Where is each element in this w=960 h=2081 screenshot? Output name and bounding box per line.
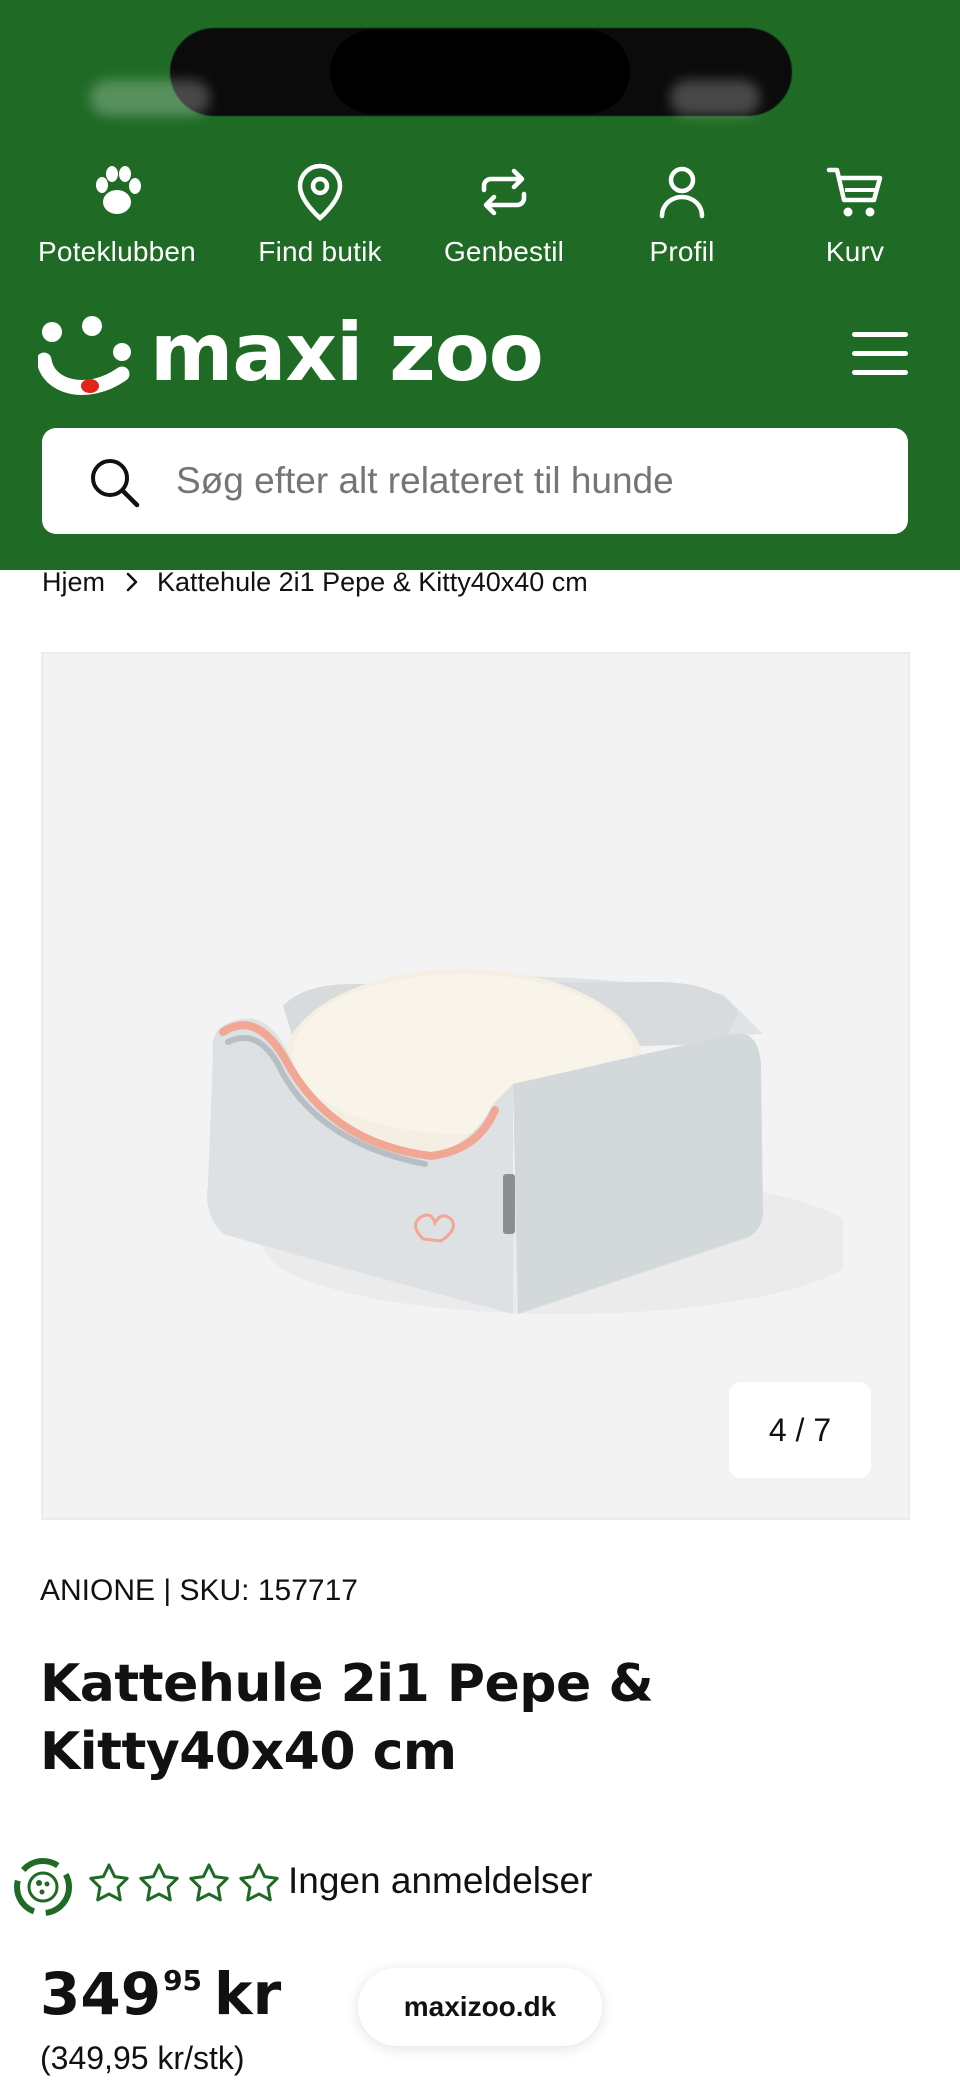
recycle-eco-icon[interactable] [8, 1852, 78, 1922]
hamburger-menu-button[interactable] [852, 332, 908, 382]
nav-kurv[interactable]: Kurv [765, 160, 945, 268]
menu-line [852, 370, 908, 375]
image-counter: 4 / 7 [729, 1382, 871, 1478]
maxi-zoo-logo-icon[interactable] [38, 314, 138, 404]
menu-line [852, 351, 908, 356]
star-empty-icon [139, 1863, 179, 1902]
breadcrumb-home-link[interactable]: Hjem [42, 567, 105, 598]
price-decimal: 95 [163, 1964, 203, 1997]
star-empty-icon [189, 1863, 229, 1902]
location-pin-icon [297, 163, 343, 221]
rating-stars[interactable] [88, 1862, 288, 1904]
nav-find-butik[interactable]: Find butik [230, 160, 410, 268]
product-gallery[interactable]: 4 / 7 [41, 652, 910, 1520]
reviews-link[interactable]: Ingen anmeldelser [288, 1860, 592, 1902]
cart-icon [826, 167, 883, 217]
product-price: 34995 kr [40, 1960, 281, 2040]
logo-row: maxi zoo [0, 300, 960, 420]
paw-icon [96, 166, 141, 214]
breadcrumb: Hjem Kattehule 2i1 Pepe & Kitty40x40 cm [42, 564, 588, 600]
breadcrumb-current: Kattehule 2i1 Pepe & Kitty40x40 cm [157, 566, 588, 597]
chevron-right-icon [126, 572, 138, 592]
nav-label: Kurv [825, 236, 885, 267]
top-navigation: Poteklubben Find butik Genbestil Profil … [0, 160, 960, 280]
nav-profil[interactable]: Profil [592, 160, 772, 268]
search-input[interactable]: Søg efter alt relateret til hunde [42, 428, 908, 534]
nav-label: Find butik [258, 236, 382, 267]
product-image[interactable] [163, 914, 843, 1354]
search-icon [91, 459, 140, 508]
search-placeholder: Søg efter alt relateret til hunde [176, 460, 674, 501]
nav-label: Poteklubben [38, 236, 196, 267]
price-currency: kr [214, 1960, 282, 2028]
star-empty-icon [89, 1863, 129, 1902]
nav-poteklubben[interactable]: Poteklubben [27, 160, 207, 268]
dynamic-island [330, 30, 630, 114]
unit-price: (349,95 kr/stk) [40, 2040, 245, 2076]
user-icon [659, 166, 705, 219]
nav-label: Profil [649, 236, 715, 267]
rating-row: Ingen anmeldelser [0, 1846, 960, 1922]
nav-genbestil[interactable]: Genbestil [414, 160, 594, 268]
star-empty-icon [239, 1863, 279, 1902]
product-title: Kattehule 2i1 Pepe & Kitty40x40 cm [40, 1654, 654, 1782]
brand-sku: ANIONE | SKU: 157717 [40, 1574, 358, 1607]
menu-line [852, 332, 908, 337]
nav-label: Genbestil [443, 236, 565, 267]
status-battery-blurred [670, 80, 760, 116]
site-header: Poteklubben Find butik Genbestil Profil … [0, 0, 960, 570]
price-integer: 349 [40, 1960, 162, 2028]
brand-logo-text[interactable]: maxi zoo [150, 306, 544, 399]
status-time-blurred [90, 80, 210, 116]
browser-url-pill[interactable]: maxizoo.dk [358, 1968, 602, 2046]
repeat-icon [481, 168, 527, 216]
